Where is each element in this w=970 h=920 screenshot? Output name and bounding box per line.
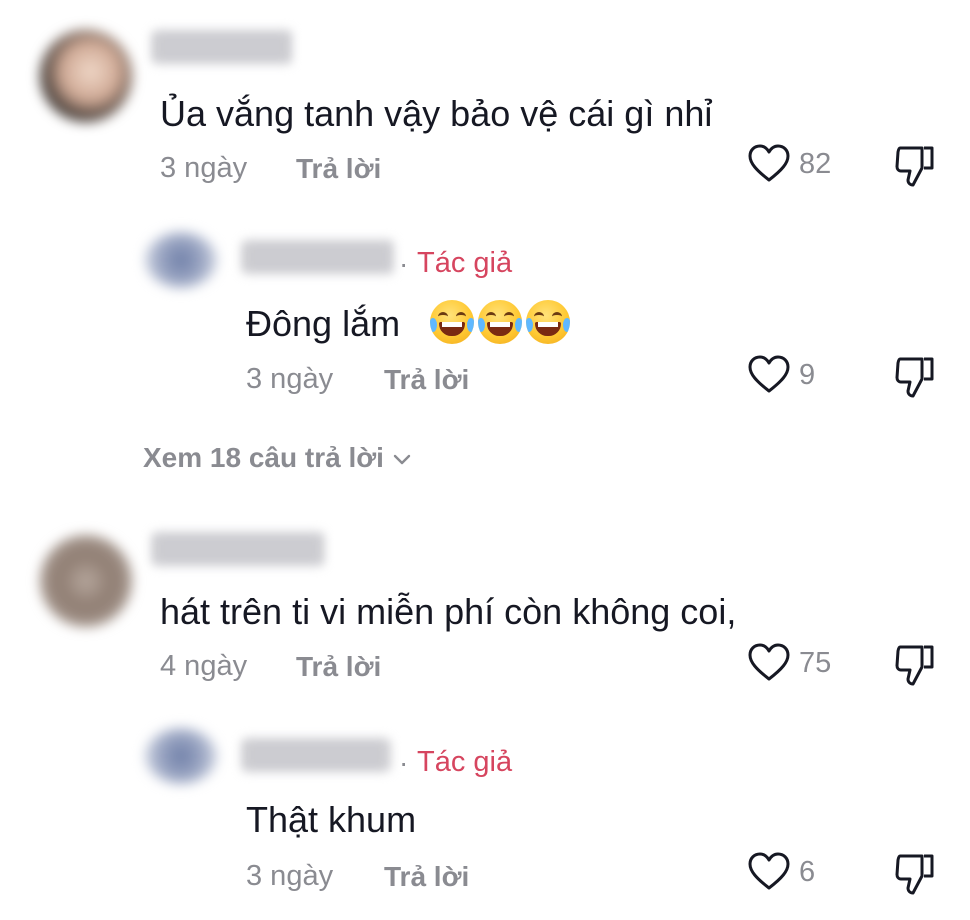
comment-time: 3 ngày xyxy=(160,152,248,184)
thumbs-down-icon[interactable] xyxy=(894,643,936,687)
chevron-down-icon xyxy=(392,442,412,474)
heart-icon[interactable] xyxy=(748,852,790,892)
heart-icon[interactable] xyxy=(748,643,790,683)
view-more-label: Xem 18 câu trả lời xyxy=(143,442,384,473)
face-with-tears-of-joy-icon xyxy=(478,300,522,344)
reply-button[interactable]: Trả lời xyxy=(296,153,381,185)
thumbs-down-icon[interactable] xyxy=(894,852,936,896)
comment-text: Đông lắm xyxy=(246,303,401,344)
comment-time: 4 ngày xyxy=(160,650,248,682)
reply-button[interactable]: Trả lời xyxy=(296,651,381,683)
face-with-tears-of-joy-icon xyxy=(526,300,570,344)
avatar[interactable] xyxy=(40,535,132,627)
comment-time: 3 ngày xyxy=(246,363,334,395)
author-badge: Tác giả xyxy=(417,247,513,279)
thumbs-down-icon[interactable] xyxy=(894,144,936,188)
emoji-group xyxy=(430,300,570,344)
heart-icon[interactable] xyxy=(748,355,790,395)
comment-text: Thật khum xyxy=(246,799,417,840)
separator: · xyxy=(399,747,409,778)
reply-button[interactable]: Trả lời xyxy=(384,861,469,893)
view-more-replies-button[interactable]: Xem 18 câu trả lời xyxy=(143,442,412,474)
like-count: 9 xyxy=(799,359,816,391)
username[interactable] xyxy=(242,738,390,772)
comment-text: hát trên ti vi miễn phí còn không coi, xyxy=(160,591,737,632)
comment-time: 3 ngày xyxy=(246,860,334,892)
username[interactable] xyxy=(152,532,324,566)
heart-icon[interactable] xyxy=(748,144,790,184)
comment-text: Ủa vắng tanh vậy bảo vệ cái gì nhỉ xyxy=(160,93,713,134)
thumbs-down-icon[interactable] xyxy=(894,355,936,399)
like-count: 82 xyxy=(799,148,832,180)
avatar[interactable] xyxy=(145,232,217,288)
author-badge: Tác giả xyxy=(417,746,513,778)
username[interactable] xyxy=(152,30,292,64)
face-with-tears-of-joy-icon xyxy=(430,300,474,344)
like-count: 6 xyxy=(799,856,816,888)
like-count: 75 xyxy=(799,647,832,679)
separator: · xyxy=(399,248,409,279)
avatar[interactable] xyxy=(40,30,132,122)
avatar[interactable] xyxy=(145,728,217,784)
reply-button[interactable]: Trả lời xyxy=(384,364,469,396)
username[interactable] xyxy=(242,240,394,274)
